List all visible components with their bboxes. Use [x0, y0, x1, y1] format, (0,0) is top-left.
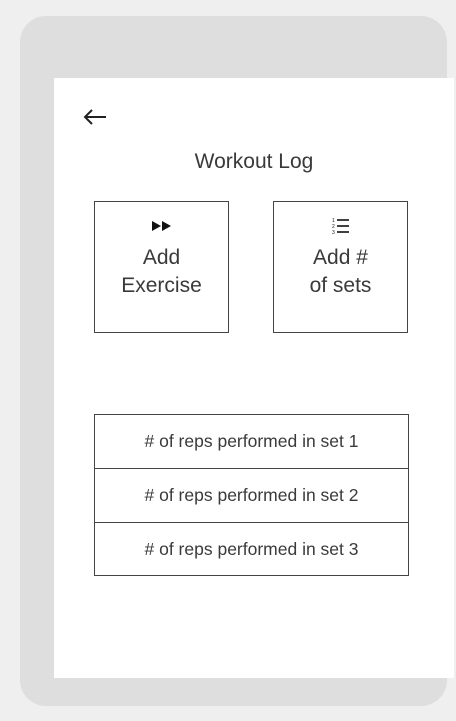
svg-text:3: 3 [332, 230, 335, 235]
set-2-reps-field[interactable]: # of reps performed in set 2 [95, 469, 408, 523]
set-3-reps-field[interactable]: # of reps performed in set 3 [95, 523, 408, 575]
numbered-list-icon: 1 2 3 [274, 216, 407, 236]
left-arrow-icon [82, 108, 108, 131]
set-1-reps-field[interactable]: # of reps performed in set 1 [95, 415, 408, 469]
app-screen: Workout Log Add Exercise 1 2 3 Add # of … [54, 78, 454, 678]
back-button[interactable] [80, 104, 110, 134]
device-frame: Workout Log Add Exercise 1 2 3 Add # of … [20, 16, 454, 706]
add-exercise-label: Add Exercise [121, 246, 202, 297]
add-sets-label: Add # of sets [309, 246, 372, 297]
add-sets-button[interactable]: 1 2 3 Add # of sets [273, 201, 408, 333]
sets-list: # of reps performed in set 1 # of reps p… [94, 414, 409, 576]
page-title: Workout Log [194, 150, 314, 173]
fast-forward-icon [95, 216, 228, 236]
add-exercise-button[interactable]: Add Exercise [94, 201, 229, 333]
